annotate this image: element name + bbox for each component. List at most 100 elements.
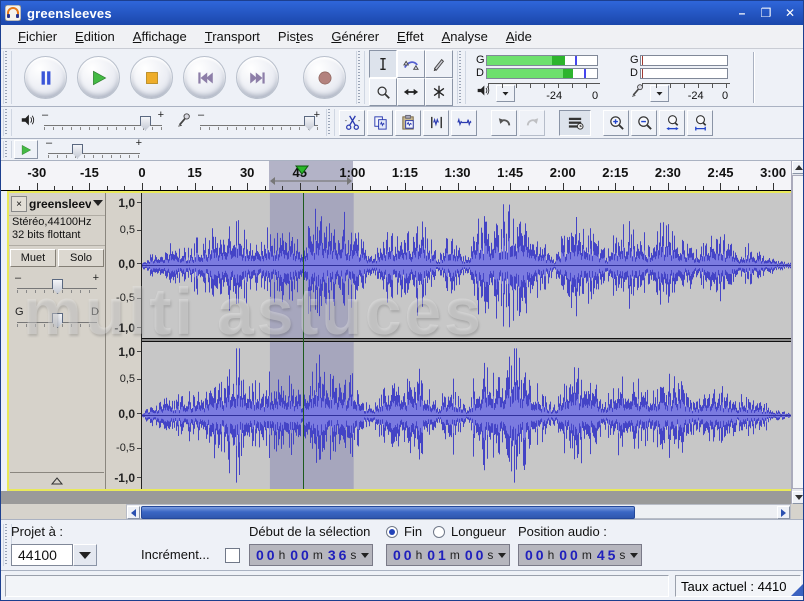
toolbar-grip[interactable] — [457, 51, 466, 104]
toolbar-grip[interactable] — [3, 109, 12, 136]
playhead-cursor — [303, 193, 304, 489]
envelope-tool-button[interactable] — [397, 50, 425, 78]
project-rate-value[interactable]: 44100 — [11, 544, 73, 566]
skip-start-button[interactable] — [183, 56, 226, 99]
snap-label: Incrément... — [141, 547, 210, 562]
scroll-left-icon[interactable] — [127, 506, 140, 519]
audio-track: × greensleev Stéréo,44100Hz 32 bits flot… — [7, 191, 791, 491]
microphone-icon — [176, 112, 192, 133]
toolbar-grip[interactable] — [3, 141, 12, 158]
play-button[interactable] — [77, 56, 120, 99]
menu-generer[interactable]: Générer — [322, 27, 388, 46]
snap-checkbox[interactable] — [225, 548, 240, 563]
horizontal-scroll-thumb[interactable] — [141, 506, 635, 519]
selection-start-field[interactable]: 00h 00m 36s — [249, 544, 373, 566]
track-menu-chevron-down-icon[interactable] — [93, 200, 103, 206]
timeline-label: 2:00 — [550, 165, 576, 180]
timeline-label: 1:45 — [497, 165, 523, 180]
menu-affichage[interactable]: Affichage — [124, 27, 196, 46]
waveform-view[interactable] — [142, 193, 791, 489]
scroll-down-icon[interactable] — [792, 491, 804, 504]
toolbar-grip[interactable] — [3, 51, 12, 104]
timeline-label: 1:00 — [339, 165, 365, 180]
maximize-button[interactable]: ❐ — [757, 4, 775, 22]
selection-end-field[interactable]: 00h 01m 00s — [386, 544, 510, 566]
audacity-window: greensleeves – ❐ ✕ FichierEditionAfficha… — [0, 0, 804, 601]
timeshift-tool-button[interactable] — [397, 78, 425, 106]
scale-label: 0,5 — [120, 373, 135, 385]
cut-button[interactable] — [339, 110, 365, 136]
title-bar[interactable]: greensleeves – ❐ ✕ — [1, 1, 804, 25]
copy-button[interactable] — [367, 110, 393, 136]
track-name[interactable]: greensleev — [29, 197, 91, 211]
vertical-scrollbar[interactable] — [791, 161, 804, 504]
vertical-scroll-thumb[interactable] — [792, 175, 804, 489]
audio-position-label: Position audio : — [518, 524, 607, 539]
recording-meter[interactable]: GD-240 — [628, 52, 750, 104]
edit-toolbar — [339, 110, 713, 136]
pause-button[interactable] — [24, 56, 67, 99]
toolbar-grip[interactable] — [356, 51, 365, 104]
redo-button[interactable] — [519, 110, 545, 136]
zoom-out-button[interactable] — [631, 110, 657, 136]
zoom-selection-button[interactable] — [659, 110, 685, 136]
track-pan-slider[interactable]: G D — [17, 310, 97, 336]
waveform-right-channel[interactable] — [142, 342, 791, 489]
scale-label: 0,5 — [120, 224, 135, 236]
zoom-fit-button[interactable] — [687, 110, 713, 136]
output-volume-slider[interactable]: –+ — [44, 113, 162, 133]
menu-aide[interactable]: Aide — [497, 27, 541, 46]
solo-button[interactable]: Solo — [58, 249, 104, 267]
minimize-button[interactable]: – — [733, 4, 751, 22]
menu-fichier[interactable]: Fichier — [9, 27, 66, 46]
project-rate-chevron-down-icon[interactable] — [73, 544, 97, 566]
track-collapse-button[interactable] — [10, 472, 104, 488]
stop-button[interactable] — [130, 56, 173, 99]
timeline-label: -15 — [80, 165, 99, 180]
toolbar-grip[interactable] — [326, 109, 335, 136]
multi-tool-button[interactable] — [425, 78, 453, 106]
draw-tool-button[interactable] — [425, 50, 453, 78]
timeline-label: 1:30 — [445, 165, 471, 180]
input-volume-slider[interactable]: –+ — [200, 113, 318, 133]
playback-speed-slider[interactable]: –+ — [48, 141, 140, 159]
timeline-ruler[interactable]: -30-1501530451:001:151:301:452:002:152:3… — [1, 161, 791, 191]
menu-transport[interactable]: Transport — [196, 27, 269, 46]
skip-end-button[interactable] — [236, 56, 279, 99]
vertical-scale-ruler[interactable]: 1,00,50,0-0,5-1,01,00,50,0-0,5-1,0 — [106, 193, 142, 489]
play-at-speed-button[interactable] — [14, 140, 38, 159]
scale-label: -0,5 — [116, 292, 135, 304]
playback-meter[interactable]: GD-240 — [474, 52, 622, 104]
trim-button[interactable] — [423, 110, 449, 136]
record-button[interactable] — [303, 56, 346, 99]
menu-analyse[interactable]: Analyse — [433, 27, 497, 46]
track-close-icon[interactable]: × — [11, 196, 27, 212]
menu-pistes[interactable]: Pistes — [269, 27, 322, 46]
close-button[interactable]: ✕ — [781, 4, 799, 22]
horizontal-scrollbar[interactable] — [126, 504, 791, 519]
field-chevron-down-icon — [361, 553, 369, 558]
playhead-triangle-icon[interactable] — [295, 162, 309, 180]
zoom-tool-button[interactable] — [369, 78, 397, 106]
scroll-right-icon[interactable] — [777, 506, 790, 519]
mixer-edit-toolbar: –+ –+ — [1, 107, 804, 139]
scroll-up-icon[interactable] — [792, 161, 804, 174]
undo-button[interactable] — [491, 110, 517, 136]
track-gain-slider[interactable]: – + — [17, 276, 97, 302]
selection-tool-button[interactable] — [369, 50, 397, 78]
paste-button[interactable] — [395, 110, 421, 136]
zoom-in-button[interactable] — [603, 110, 629, 136]
end-radio[interactable] — [386, 526, 398, 538]
resize-grip[interactable] — [791, 583, 804, 596]
waveform-left-channel[interactable] — [142, 193, 791, 338]
field-chevron-down-icon — [498, 553, 506, 558]
timeline-label: -30 — [27, 165, 46, 180]
audio-position-field[interactable]: 00h 00m 45s — [518, 544, 642, 566]
length-radio[interactable] — [433, 526, 445, 538]
tools-toolbar — [369, 50, 453, 106]
mute-button[interactable]: Muet — [10, 249, 56, 267]
menu-effet[interactable]: Effet — [388, 27, 433, 46]
menu-edition[interactable]: Edition — [66, 27, 124, 46]
sync-lock-button[interactable] — [559, 110, 591, 136]
silence-button[interactable] — [451, 110, 477, 136]
